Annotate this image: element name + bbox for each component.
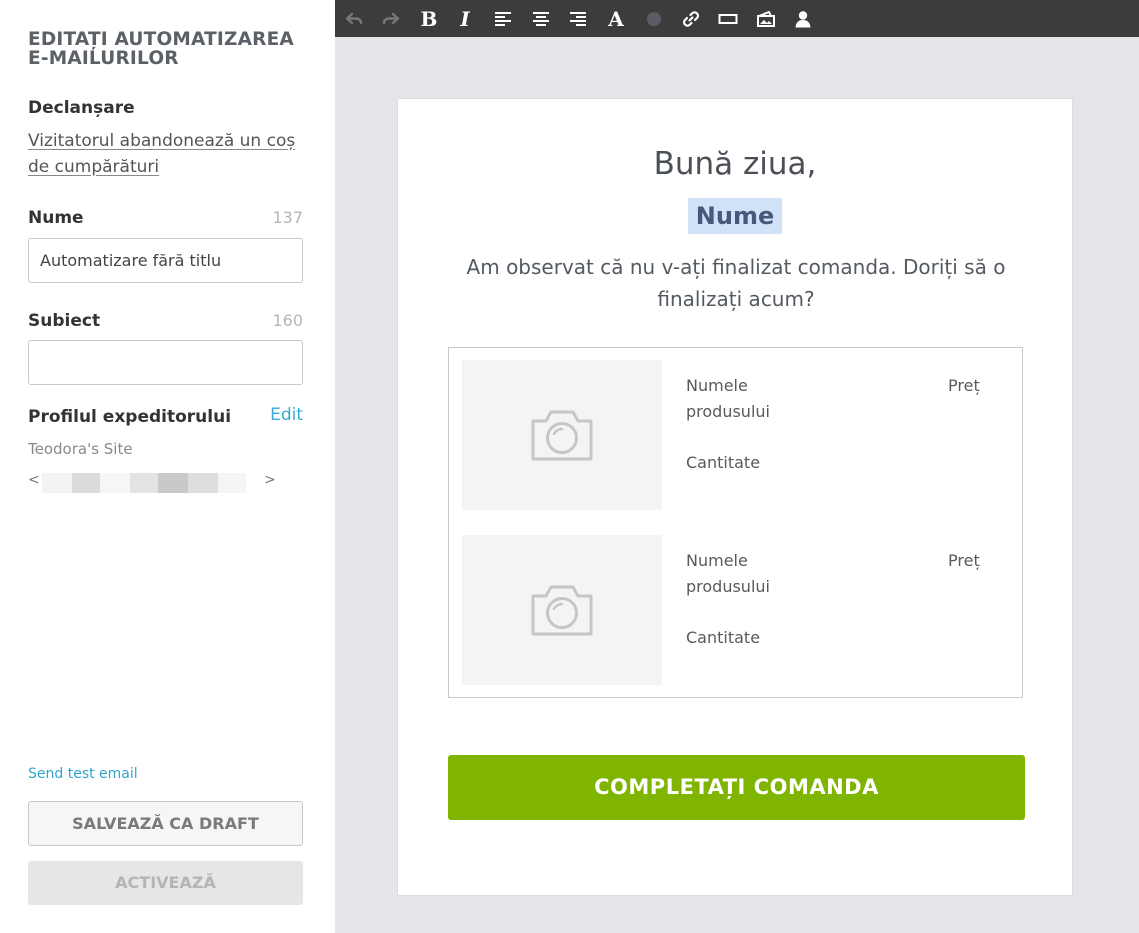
email-editor: B I A Bună ziua, Nume Am observat că nu … — [335, 0, 1139, 933]
redacted-block — [42, 473, 72, 493]
message-text[interactable]: Am observat că nu v-ați finalizat comand… — [428, 251, 1044, 315]
align-right-icon[interactable] — [563, 0, 593, 37]
save-draft-button[interactable]: SALVEAZĂ CA DRAFT — [28, 801, 303, 846]
formatting-toolbar: B I A — [335, 0, 1139, 37]
greeting-text[interactable]: Bună ziua, — [398, 146, 1072, 182]
image-icon[interactable] — [751, 0, 781, 37]
email-close-bracket: > — [264, 472, 276, 488]
email-open-bracket: < — [28, 472, 40, 488]
subject-input[interactable] — [28, 340, 303, 385]
redo-icon[interactable] — [376, 0, 406, 37]
font-size-icon[interactable]: A — [601, 0, 631, 37]
align-center-icon[interactable] — [526, 0, 556, 37]
redacted-block — [218, 473, 246, 493]
name-char-count: 137 — [272, 208, 303, 227]
redacted-block — [72, 473, 100, 493]
product-price: Preț — [948, 551, 980, 570]
subject-char-count: 160 — [272, 311, 303, 330]
italic-icon[interactable]: I — [450, 0, 480, 37]
send-test-email-link[interactable]: Send test email — [28, 766, 138, 782]
product-image-placeholder[interactable] — [462, 535, 662, 685]
button-icon[interactable] — [713, 0, 743, 37]
trigger-link[interactable]: Vizitatorul abandonează un coș de cumpăr… — [28, 128, 308, 180]
sender-name: Teodora's Site — [28, 440, 133, 458]
product-list[interactable]: Numele produsului Preț Cantitate Numele … — [448, 347, 1023, 698]
subject-label: Subiect — [28, 311, 101, 331]
undo-icon[interactable] — [339, 0, 369, 37]
product-price: Preț — [948, 376, 980, 395]
name-input[interactable] — [28, 238, 303, 283]
page-title: EDITAȚI AUTOMATIZAREA E-MAILURILOR — [28, 29, 294, 69]
link-icon[interactable] — [676, 0, 706, 37]
complete-order-button[interactable]: COMPLETAȚI COMANDA — [448, 755, 1025, 820]
product-name: Numele produsului — [686, 551, 770, 596]
product-name: Numele produsului — [686, 376, 770, 421]
trigger-label: Declanșare — [28, 98, 135, 118]
align-left-icon[interactable] — [488, 0, 518, 37]
product-image-placeholder[interactable] — [462, 360, 662, 510]
sender-profile-label: Profilul expeditorului — [28, 407, 232, 427]
email-canvas[interactable]: Bună ziua, Nume Am observat că nu v-ați … — [397, 98, 1073, 896]
activate-button[interactable]: ACTIVEAZĂ — [28, 861, 303, 905]
name-label: Nume — [28, 208, 84, 228]
redacted-block — [188, 473, 218, 493]
user-icon[interactable] — [788, 0, 818, 37]
bold-icon[interactable]: B — [414, 0, 444, 37]
camera-icon — [531, 585, 593, 636]
camera-icon — [531, 410, 593, 461]
sender-edit-link[interactable]: Edit — [270, 405, 303, 425]
redacted-block — [130, 473, 158, 493]
redacted-block — [100, 473, 130, 493]
sender-email: < > — [28, 471, 278, 493]
settings-sidebar: EDITAȚI AUTOMATIZAREA E-MAILURILOR Decla… — [0, 0, 335, 933]
text-color-icon[interactable] — [639, 0, 669, 37]
redacted-block — [158, 473, 188, 493]
name-merge-tag[interactable]: Nume — [688, 198, 782, 234]
product-quantity: Cantitate — [686, 453, 761, 472]
product-quantity: Cantitate — [686, 628, 761, 647]
